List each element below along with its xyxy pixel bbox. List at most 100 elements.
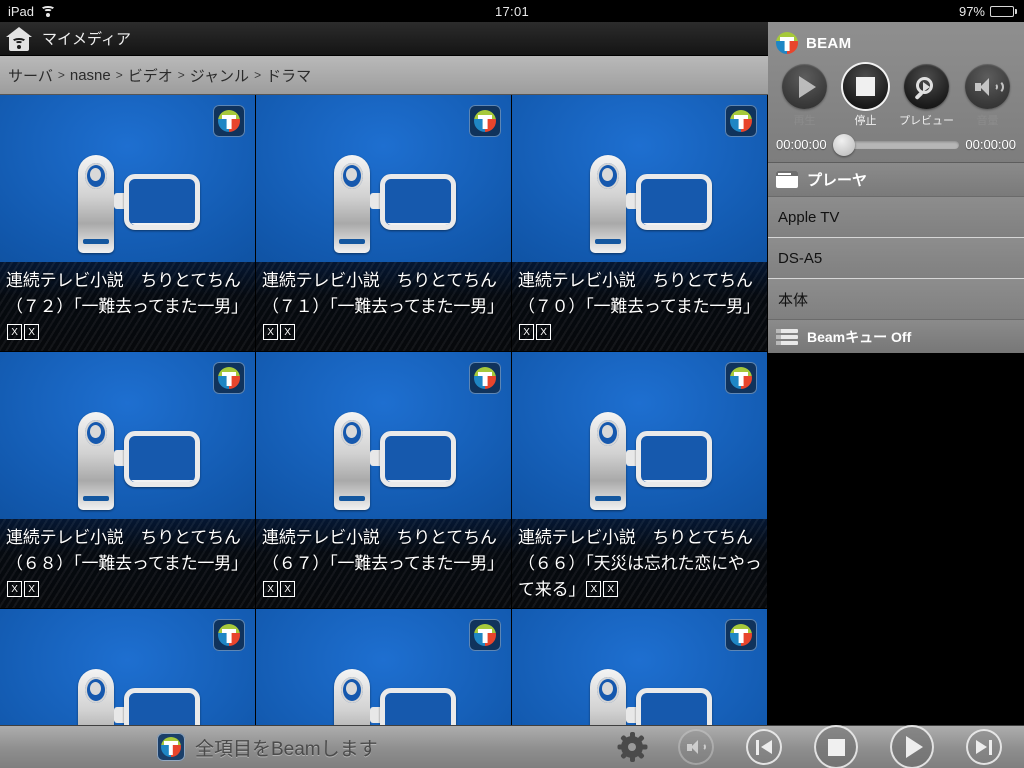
camcorder-icon (70, 412, 200, 522)
beam-badge-icon[interactable] (469, 619, 501, 651)
media-tile[interactable]: 連続テレビ小説 ちりとてちん（７１）「一難去ってまた一男」 (256, 95, 511, 351)
beam-badge-icon[interactable] (213, 105, 245, 137)
camcorder-icon (326, 155, 456, 265)
beam-preview-button[interactable]: プレビュー (899, 64, 955, 128)
list-icon (776, 328, 798, 345)
play-icon (906, 736, 923, 758)
beam-badge-icon[interactable] (469, 362, 501, 394)
device-name: iPad (8, 3, 35, 19)
beam-badge-icon[interactable] (213, 619, 245, 651)
status-bar: iPad 17:01 97% (0, 0, 1024, 22)
breadcrumb-item-2[interactable]: ビデオ (128, 65, 173, 86)
sidebar-item-apple-tv[interactable]: Apple TV (768, 197, 1024, 238)
media-tile[interactable]: 連続テレビ小説 ちりとてちん（６６）「天災は忘れた恋にやって来る」 (512, 352, 767, 608)
beam-all-label: 全項目をBeamします (195, 738, 378, 760)
preview-magnifier-icon (904, 64, 949, 109)
beam-title: BEAM (806, 34, 852, 52)
media-tile-title: 連続テレビ小説 ちりとてちん（６８）「一難去ってまた一男」 (0, 519, 255, 608)
media-tile[interactable] (512, 609, 767, 725)
media-tile[interactable] (256, 609, 511, 725)
beam-sidebar: BEAM 再生 停止 プレビュー 音量 00:00:00 00:00:00 プレ… (768, 22, 1024, 725)
breadcrumb: サーバ > nasne > ビデオ > ジャンル > ドラマ (0, 56, 768, 95)
beam-logo-icon (776, 32, 798, 54)
media-grid[interactable]: 連続テレビ小説 ちりとてちん（７２）「一難去ってまた一男」連続テレビ小説 ちりと… (0, 95, 768, 725)
beam-stop-button[interactable]: 停止 (838, 64, 894, 128)
beam-volume-button[interactable]: 音量 (960, 64, 1016, 128)
camcorder-icon (582, 412, 712, 522)
beam-all-button[interactable]: 全項目をBeamします (157, 733, 378, 761)
play-button[interactable] (890, 725, 934, 768)
media-tile[interactable]: 連続テレビ小説 ちりとてちん（６８）「一難去ってまた一男」 (0, 352, 255, 608)
media-tile[interactable]: 連続テレビ小説 ちりとてちん（７２）「一難去ってまた一男」 (0, 95, 255, 351)
media-tile[interactable] (0, 609, 255, 725)
status-bar-left: iPad (0, 4, 300, 19)
toolbar-controls (617, 725, 1024, 768)
breadcrumb-item-1[interactable]: nasne (70, 67, 111, 84)
missing-glyph-box (263, 324, 278, 340)
status-bar-clock: 17:01 (494, 3, 530, 19)
camcorder-icon (326, 669, 456, 725)
missing-glyph-box (603, 581, 619, 597)
previous-track-button[interactable] (746, 729, 782, 765)
beam-badge-icon[interactable] (469, 105, 501, 137)
bottom-toolbar: 全項目をBeamします (0, 725, 1024, 768)
stop-icon (843, 64, 888, 109)
missing-glyph-box (280, 324, 295, 340)
missing-glyph-box (536, 324, 551, 340)
next-track-button[interactable] (966, 729, 1002, 765)
breadcrumb-separator: > (57, 68, 65, 82)
missing-glyph-box (24, 324, 39, 340)
timeline-scrubber[interactable] (832, 133, 960, 156)
missing-glyph-box (586, 581, 602, 597)
beam-queue-toggle[interactable]: Beamキュー Off (768, 320, 1024, 353)
breadcrumb-separator: > (177, 68, 185, 82)
media-tile[interactable]: 連続テレビ小説 ちりとてちん（６７）「一難去ってまた一男」 (256, 352, 511, 608)
breadcrumb-separator: > (115, 68, 123, 82)
battery-icon (990, 5, 1017, 17)
breadcrumb-item-3[interactable]: ジャンル (190, 65, 249, 86)
beam-badge-icon[interactable] (725, 105, 757, 137)
beam-header: BEAM (768, 28, 1024, 60)
skip-forward-icon (975, 739, 993, 755)
elapsed-time: 00:00:00 (776, 137, 827, 152)
missing-glyph-box (7, 581, 22, 597)
player-item-label: 本体 (778, 291, 809, 309)
missing-glyph-box (280, 581, 295, 597)
battery-percent-label: 97% (958, 3, 985, 19)
home-media-icon[interactable] (6, 26, 32, 51)
beam-timeline[interactable]: 00:00:00 00:00:00 (768, 128, 1024, 156)
media-tile-title: 連続テレビ小説 ちりとてちん（７２）「一難去ってまた一男」 (0, 262, 255, 351)
sidebar-empty-area (768, 353, 1024, 722)
beam-badge-icon[interactable] (725, 362, 757, 394)
timeline-knob[interactable] (832, 133, 855, 156)
camcorder-icon (326, 412, 456, 522)
media-tile[interactable]: 連続テレビ小説 ちりとてちん（７０）「一難去ってまた一男」 (512, 95, 767, 351)
camcorder-icon (582, 155, 712, 265)
sidebar-item-ds-a5[interactable]: DS-A5 (768, 238, 1024, 279)
breadcrumb-item-4[interactable]: ドラマ (266, 65, 311, 86)
gear-icon[interactable] (617, 732, 647, 762)
volume-button[interactable] (678, 729, 714, 765)
beam-play-button[interactable]: 再生 (777, 64, 833, 128)
missing-glyph-box (263, 581, 278, 597)
media-tile-title: 連続テレビ小説 ちりとてちん（７１）「一難去ってまた一男」 (256, 262, 511, 351)
sidebar-item-hontai[interactable]: 本体 (768, 279, 1024, 320)
title-bar: マイメディア (0, 22, 768, 56)
player-item-label: Apple TV (778, 208, 840, 226)
beam-play-label: 再生 (793, 115, 816, 127)
remaining-time: 00:00:00 (965, 137, 1016, 152)
breadcrumb-item-0[interactable]: サーバ (8, 65, 53, 86)
beam-queue-label: Beamキュー Off (807, 328, 912, 345)
beam-transport-controls: 再生 停止 プレビュー 音量 (768, 60, 1024, 128)
volume-icon (965, 64, 1010, 109)
beam-badge-icon[interactable] (213, 362, 245, 394)
beam-badge-icon[interactable] (725, 619, 757, 651)
wifi-icon (40, 5, 56, 17)
player-section-header: プレーヤ (768, 163, 1024, 197)
stop-button[interactable] (814, 725, 858, 768)
window-icon (776, 171, 798, 188)
beam-preview-label: プレビュー (899, 115, 954, 127)
missing-glyph-box (7, 324, 22, 340)
player-item-label: DS-A5 (778, 249, 823, 267)
media-grid-inner: 連続テレビ小説 ちりとてちん（７２）「一難去ってまた一男」連続テレビ小説 ちりと… (0, 95, 768, 725)
